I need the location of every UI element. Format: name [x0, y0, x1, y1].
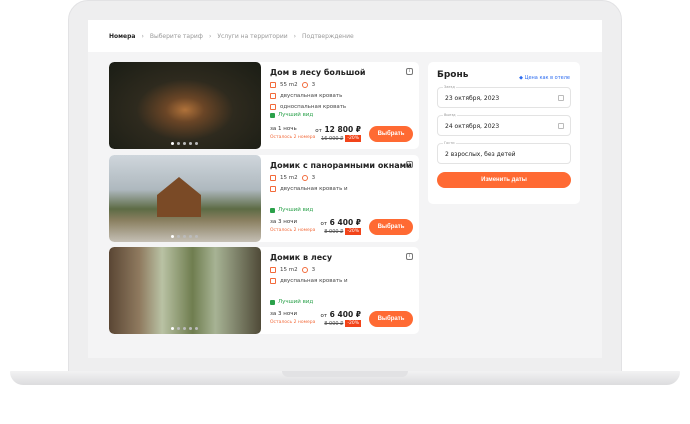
best-view-label: Лучший вид — [278, 299, 314, 305]
room-card: Домик с панорамными окнами i 15 m2 3 двус… — [109, 155, 419, 242]
checkout-value: 24 октября, 2023 — [445, 123, 500, 130]
guests-label: Гости — [443, 141, 456, 145]
guests-field[interactable]: Гости 2 взрослых, без детей — [437, 141, 571, 164]
breadcrumb-rooms[interactable]: Номера — [109, 33, 135, 40]
select-button[interactable]: Выбрать — [369, 126, 413, 142]
area-icon — [270, 82, 276, 88]
best-view-label: Лучший вид — [278, 207, 314, 213]
person-icon — [301, 267, 308, 273]
area-icon — [270, 267, 276, 273]
room-area: 15 m2 — [280, 267, 298, 273]
room-photo[interactable] — [109, 62, 261, 149]
breadcrumb-services[interactable]: Услуги на территории — [217, 33, 287, 40]
person-icon — [301, 175, 308, 181]
room-title[interactable]: Домик с панорамными окнами — [270, 161, 413, 170]
laptop-notch — [282, 371, 408, 377]
room-area: 55 m2 — [280, 82, 298, 88]
room-photo[interactable] — [109, 155, 261, 242]
select-button[interactable]: Выбрать — [369, 311, 413, 327]
checkout-label: Выезд — [443, 113, 457, 117]
chevron-right-icon: › — [208, 32, 212, 40]
room-photo[interactable] — [109, 247, 261, 334]
thumbs-up-icon — [270, 112, 275, 118]
old-price: 8 000 ₽ — [324, 228, 344, 235]
room-title[interactable]: Дом в лесу большой — [270, 68, 413, 77]
carousel-dots[interactable] — [171, 142, 198, 145]
bed-type: двуспальная кровать и — [280, 186, 348, 192]
rooms-left: Осталось 2 номера — [270, 135, 316, 140]
price-prefix: от — [320, 221, 328, 227]
checkin-label: Заезд — [443, 85, 456, 89]
select-button[interactable]: Выбрать — [369, 219, 413, 235]
checkout-field[interactable]: Выезд 24 октября, 2023 — [437, 113, 571, 136]
bed-type: односпальная кровать — [280, 104, 347, 110]
room-area: 15 m2 — [280, 175, 298, 181]
rooms-left: Осталось 2 номера — [270, 228, 316, 233]
hotel-price-link[interactable]: ◆ Цена как в отеле — [519, 75, 570, 81]
person-icon — [301, 82, 308, 88]
area-icon — [270, 175, 276, 181]
bed-icon — [270, 278, 276, 284]
discount-badge: -20% — [345, 135, 361, 142]
thumbs-up-icon — [270, 299, 275, 305]
price: 6 400 ₽ — [329, 310, 361, 319]
bed-icon — [270, 104, 276, 110]
bed-icon — [270, 93, 276, 99]
old-price: 8 000 ₽ — [324, 320, 344, 327]
breadcrumb-confirm[interactable]: Подтверждение — [302, 33, 354, 40]
room-card: Домик в лесу i 15 m2 3 двуспальная кроват… — [109, 247, 419, 334]
price-prefix: от — [315, 128, 322, 134]
thumbs-up-icon — [270, 207, 275, 213]
breadcrumb-tariff[interactable]: Выберите тариф — [150, 33, 203, 40]
info-icon[interactable]: i — [406, 68, 413, 75]
nights: за 3 ночи — [270, 219, 298, 225]
checkin-field[interactable]: Заезд 23 октября, 2023 — [437, 85, 571, 108]
price: 6 400 ₽ — [329, 218, 361, 227]
chevron-right-icon: › — [141, 32, 144, 40]
room-guests: 3 — [311, 82, 316, 88]
tag-icon: ◆ — [519, 75, 523, 81]
info-icon[interactable]: i — [406, 161, 413, 168]
chevron-right-icon: › — [293, 32, 297, 40]
room-card: Дом в лесу большой i 55 m2 3 двуспальная … — [109, 62, 419, 149]
checkin-value: 23 октября, 2023 — [445, 95, 500, 102]
calendar-icon — [558, 95, 564, 101]
carousel-dots[interactable] — [171, 235, 198, 238]
room-guests: 3 — [311, 175, 316, 181]
guests-value: 2 взрослых, без детей — [445, 151, 516, 158]
price: 12 800 ₽ — [324, 125, 361, 134]
price-prefix: от — [320, 313, 328, 319]
booking-panel: Бронь ◆ Цена как в отеле Заезд 23 октября… — [428, 62, 580, 204]
info-icon[interactable]: i — [406, 253, 413, 260]
bed-icon — [270, 186, 276, 192]
discount-badge: -20% — [345, 320, 361, 327]
best-view-label: Лучший вид — [278, 112, 314, 118]
bed-type: двуспальная кровать и — [280, 278, 348, 284]
discount-badge: -20% — [345, 228, 361, 235]
nights: за 1 ночь — [270, 126, 297, 132]
screen: Номера › Выберите тариф › Услуги на террит… — [88, 20, 602, 358]
old-price: 16 000 ₽ — [321, 135, 344, 142]
calendar-icon — [558, 123, 564, 129]
bed-type: двуспальная кровать — [280, 93, 343, 99]
change-dates-button[interactable]: Изменить даты — [437, 172, 571, 188]
carousel-dots[interactable] — [171, 327, 198, 330]
nights: за 3 ночи — [270, 311, 298, 317]
breadcrumb: Номера › Выберите тариф › Услуги на террит… — [88, 20, 602, 52]
room-title[interactable]: Домик в лесу — [270, 253, 413, 262]
hotel-price-label: Цена как в отеле — [524, 75, 570, 81]
room-guests: 3 — [311, 267, 316, 273]
rooms-left: Осталось 2 номера — [270, 320, 316, 325]
